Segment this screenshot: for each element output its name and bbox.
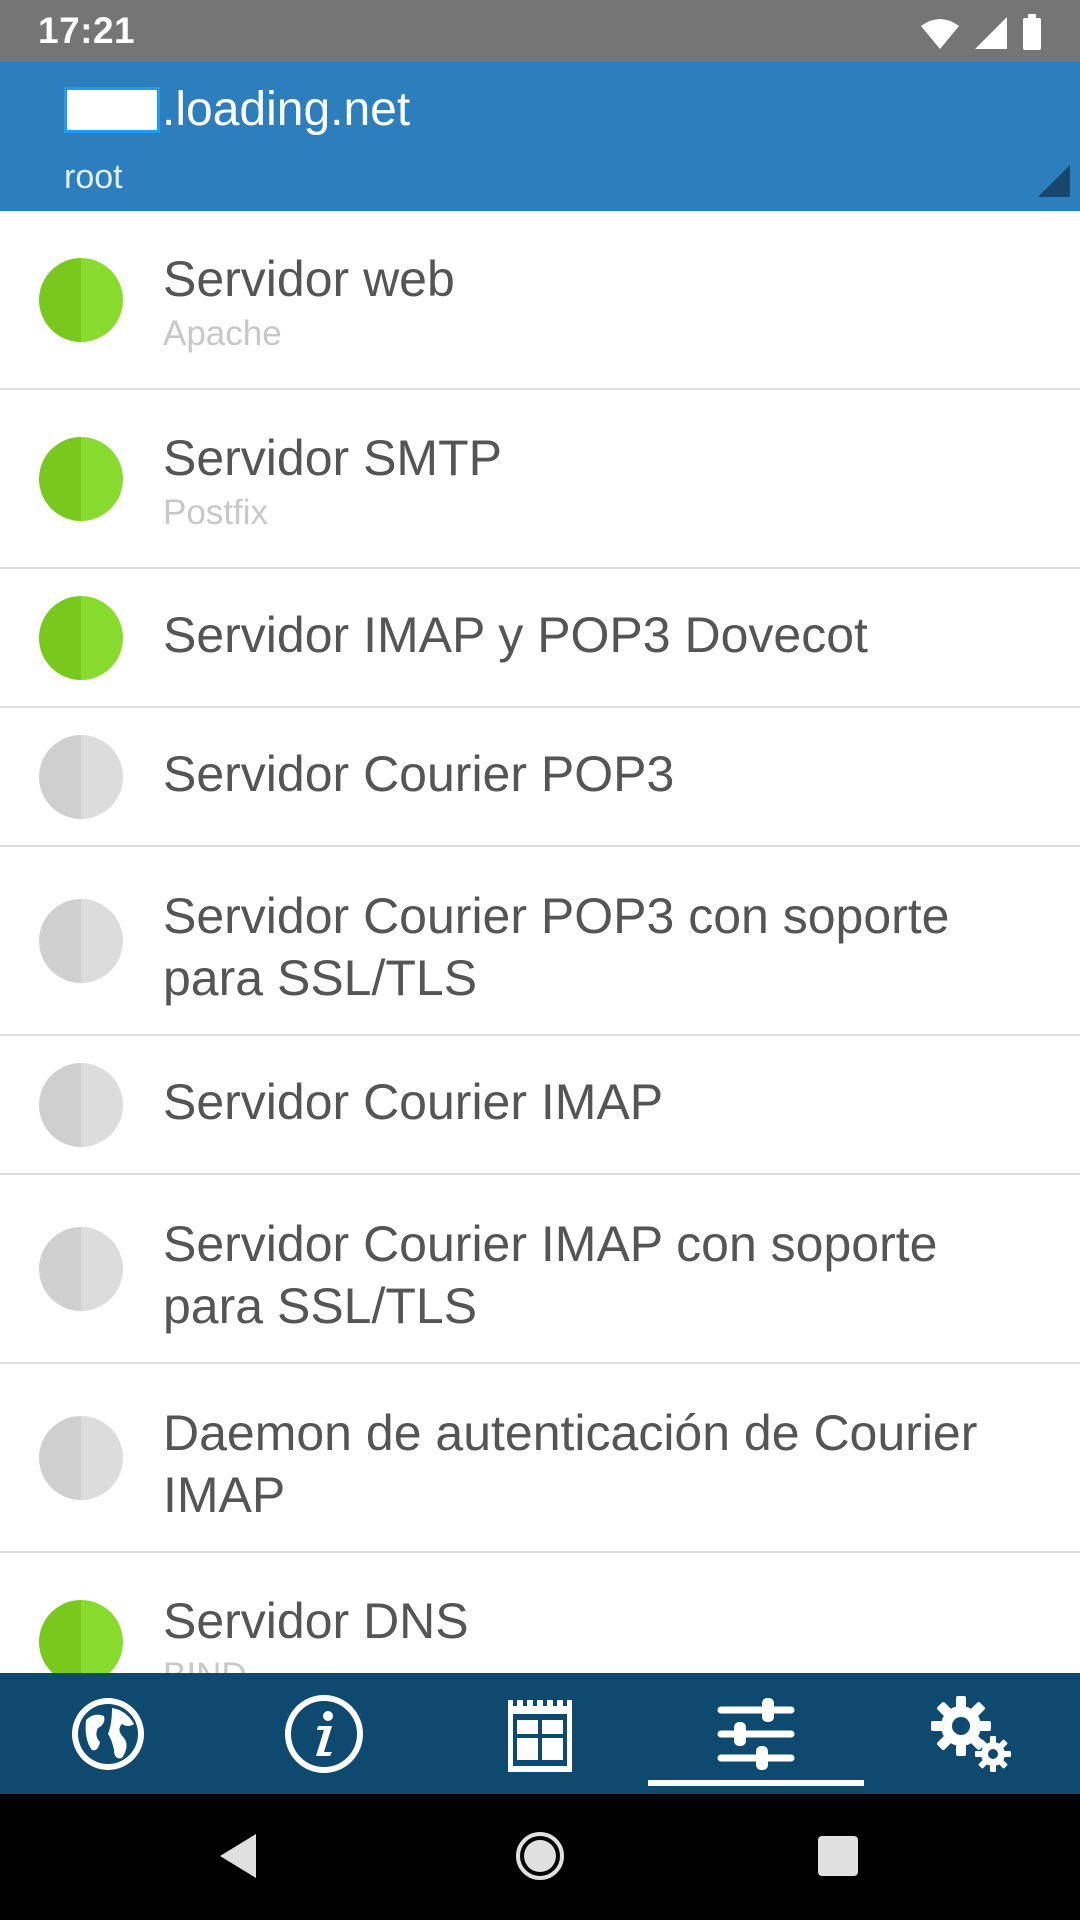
service-row[interactable]: Servidor IMAP y POP3 Dovecot bbox=[0, 569, 1080, 708]
service-row[interactable]: Servidor web Apache bbox=[0, 211, 1080, 390]
service-detail: Apache bbox=[163, 314, 282, 353]
service-name: Servidor Courier POP3 bbox=[163, 746, 675, 802]
dashboard-icon bbox=[508, 1693, 572, 1772]
status-indicator-icon bbox=[39, 1600, 123, 1673]
nav-info[interactable] bbox=[216, 1673, 432, 1794]
status-indicator-icon bbox=[39, 596, 123, 680]
status-indicator-icon bbox=[39, 258, 123, 342]
service-row[interactable]: Daemon de autenticación de Courier IMAP bbox=[0, 1364, 1080, 1553]
service-name: Daemon de autenticación de Courier IMAP bbox=[163, 1405, 978, 1523]
bottom-nav bbox=[0, 1673, 1080, 1794]
status-indicator-icon bbox=[39, 437, 123, 521]
screen: 17:21 .loading.net root Servidor web Apac… bbox=[0, 0, 1080, 1920]
signal-icon bbox=[975, 17, 1007, 49]
service-detail: Postfix bbox=[163, 493, 269, 532]
service-detail: BIND bbox=[163, 1656, 247, 1673]
redacted-hostname bbox=[64, 86, 160, 133]
sliders-icon bbox=[717, 1697, 795, 1770]
battery-icon bbox=[1023, 14, 1041, 50]
status-indicator-icon bbox=[39, 1416, 123, 1500]
server-header[interactable]: .loading.net root bbox=[0, 62, 1080, 211]
nav-recents-button[interactable] bbox=[808, 1826, 868, 1886]
nav-back-button[interactable] bbox=[208, 1826, 268, 1886]
service-row[interactable]: Servidor Courier POP3 bbox=[0, 708, 1080, 847]
recents-icon bbox=[818, 1836, 858, 1876]
service-name: Servidor IMAP y POP3 Dovecot bbox=[163, 607, 868, 663]
status-indicator-icon bbox=[39, 1063, 123, 1147]
server-user: root bbox=[64, 158, 123, 196]
service-row[interactable]: Servidor DNS BIND bbox=[0, 1553, 1080, 1673]
status-indicator-icon bbox=[39, 1227, 123, 1311]
dropdown-corner-icon[interactable] bbox=[1038, 165, 1070, 197]
status-bar: 17:21 bbox=[0, 0, 1080, 62]
service-row[interactable]: Servidor Courier IMAP bbox=[0, 1036, 1080, 1175]
status-icons bbox=[920, 14, 1042, 50]
service-name: Servidor DNS bbox=[163, 1593, 469, 1649]
nav-settings[interactable] bbox=[864, 1673, 1080, 1794]
gears-icon bbox=[931, 1695, 1011, 1772]
back-icon bbox=[220, 1834, 256, 1878]
status-indicator-icon bbox=[39, 899, 123, 983]
service-row[interactable]: Servidor Courier IMAP con soporte para S… bbox=[0, 1175, 1080, 1364]
service-list[interactable]: Servidor web Apache Servidor SMTP Postfix Se… bbox=[0, 211, 1080, 1673]
service-name: Servidor web bbox=[163, 251, 455, 307]
nav-home-button[interactable] bbox=[510, 1826, 570, 1886]
service-name: Servidor Courier POP3 con soporte para S… bbox=[163, 888, 950, 1006]
home-icon bbox=[516, 1832, 564, 1880]
service-name: Servidor Courier IMAP con soporte para S… bbox=[163, 1216, 938, 1334]
wifi-icon bbox=[921, 19, 959, 49]
status-time: 17:21 bbox=[38, 10, 136, 51]
globe-icon bbox=[72, 1697, 144, 1770]
system-nav-bar bbox=[0, 1794, 1080, 1920]
info-icon bbox=[285, 1694, 363, 1773]
nav-services[interactable] bbox=[648, 1673, 864, 1794]
server-host: .loading.net bbox=[64, 82, 410, 137]
service-name: Servidor Courier IMAP bbox=[163, 1074, 664, 1130]
host-domain: .loading.net bbox=[162, 83, 411, 136]
nav-globe[interactable] bbox=[0, 1673, 216, 1794]
status-indicator-icon bbox=[39, 735, 123, 819]
service-row[interactable]: Servidor SMTP Postfix bbox=[0, 390, 1080, 569]
service-row[interactable]: Servidor Courier POP3 con soporte para S… bbox=[0, 847, 1080, 1036]
nav-dashboard[interactable] bbox=[432, 1673, 648, 1794]
service-name: Servidor SMTP bbox=[163, 430, 502, 486]
